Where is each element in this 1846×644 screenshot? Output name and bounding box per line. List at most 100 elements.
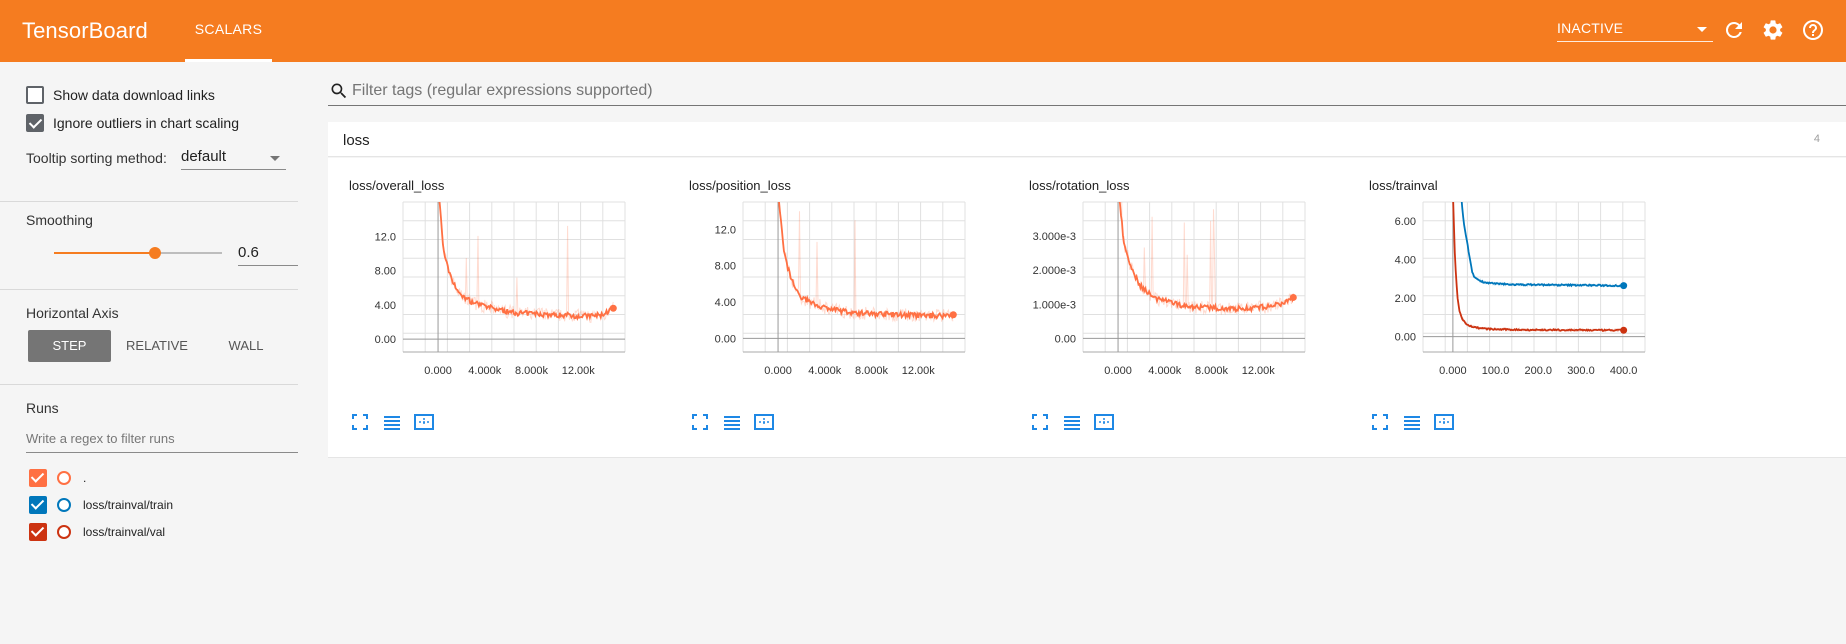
x-tick-label: 0.000 <box>424 365 452 377</box>
x-tick-label: 4.000k <box>468 365 502 377</box>
app-title: TensorBoard <box>22 18 148 43</box>
tag-filter-placeholder: Filter tags (regular expressions support… <box>352 82 653 99</box>
tab-scalars[interactable]: SCALARS <box>185 0 272 62</box>
chart-card: loss/trainval 0.00 2.00 4.00 6.00 0.000 100.0… <box>1348 158 1678 458</box>
chart-actions <box>1370 412 1466 432</box>
run-name: loss/trainval/val <box>83 525 166 539</box>
series-raw-line <box>778 202 954 323</box>
series-raw-line <box>438 202 614 323</box>
expand-icon[interactable] <box>1030 412 1062 432</box>
runs-label: Runs <box>26 400 59 416</box>
run-color-circle[interactable] <box>57 525 71 539</box>
ignore-outliers-checkbox[interactable] <box>26 114 44 132</box>
chart-title: loss/trainval <box>1369 178 1438 193</box>
tooltip-sorting-dropdown[interactable]: default <box>181 146 286 170</box>
run-checkbox[interactable] <box>29 469 47 487</box>
expand-icon[interactable] <box>350 412 382 432</box>
run-checkbox[interactable] <box>29 523 47 541</box>
top-bar: TensorBoard SCALARS INACTIVE <box>0 0 1846 62</box>
x-tick-label: 200.0 <box>1525 365 1553 377</box>
help-icon[interactable] <box>1801 18 1825 42</box>
smoothing-slider-fill <box>54 252 155 254</box>
series-line <box>438 202 615 321</box>
series-end-point <box>949 311 957 319</box>
chart-plot[interactable]: 0.00 1.000e-3 2.000e-3 3.000e-3 0.000 4.000k 8… <box>1008 200 1338 410</box>
chart-card: loss/position_loss 0.00 4.00 8.00 12.0 0.000… <box>668 158 998 458</box>
section-divider <box>0 384 298 385</box>
list-icon[interactable] <box>382 412 414 432</box>
x-tick-label: 4.000k <box>808 365 842 377</box>
series-line <box>1452 202 1624 332</box>
gear-icon[interactable] <box>1761 18 1785 42</box>
y-tick-label: 0.00 <box>1395 332 1416 344</box>
chart-cards-panel: loss/overall_loss 0.00 4.00 8.00 12.0 0.000 4… <box>328 158 1846 458</box>
y-tick-label: 12.0 <box>715 224 736 236</box>
horizontal-axis-label: Horizontal Axis <box>26 305 119 321</box>
x-tick-label: 8.000k <box>1195 365 1229 377</box>
x-tick-label: 8.000k <box>515 365 549 377</box>
show-download-links-option[interactable]: Show data download links <box>26 86 215 104</box>
run-item[interactable]: loss/trainval/train <box>29 496 173 514</box>
x-tick-label: 300.0 <box>1567 365 1595 377</box>
series-raw-line <box>1118 202 1294 316</box>
run-item[interactable]: loss/trainval/val <box>29 523 165 541</box>
y-tick-label: 0.00 <box>375 334 396 346</box>
fit-domain-icon[interactable] <box>1434 412 1466 432</box>
runs-filter-input[interactable]: Write a regex to filter runs <box>26 427 298 453</box>
y-tick-label: 2.000e-3 <box>1033 265 1076 277</box>
fit-domain-icon[interactable] <box>414 412 446 432</box>
y-tick-label: 12.0 <box>375 231 396 243</box>
fit-domain-icon[interactable] <box>1094 412 1126 432</box>
list-icon[interactable] <box>1062 412 1094 432</box>
y-tick-label: 0.00 <box>715 333 736 345</box>
sidebar: Show data download links Ignore outliers… <box>0 62 316 644</box>
expand-icon[interactable] <box>690 412 722 432</box>
list-icon[interactable] <box>722 412 754 432</box>
run-item[interactable]: . <box>29 469 86 487</box>
chart-plot[interactable]: 0.00 4.00 8.00 12.0 0.000 4.000k 8.000k 12.00k <box>668 200 998 410</box>
x-tick-label: 12.00k <box>902 365 936 377</box>
tag-filter-input[interactable]: Filter tags (regular expressions support… <box>328 78 1846 106</box>
chart-grid <box>402 201 626 353</box>
chart-title: loss/position_loss <box>689 178 791 193</box>
y-tick-label: 4.00 <box>375 300 396 312</box>
category-header-loss[interactable]: loss 4 <box>328 122 1846 157</box>
horizontal-axis-selector: STEP RELATIVE WALL <box>28 330 291 362</box>
x-tick-label: 100.0 <box>1482 365 1510 377</box>
smoothing-slider[interactable] <box>54 247 222 259</box>
category-count: 4 <box>1813 133 1820 145</box>
tooltip-sorting-value: default <box>181 148 227 165</box>
ignore-outliers-option[interactable]: Ignore outliers in chart scaling <box>26 114 239 132</box>
axis-step-button[interactable]: STEP <box>28 330 111 362</box>
axis-wall-button[interactable]: WALL <box>203 330 289 362</box>
section-divider <box>0 289 298 290</box>
chart-title: loss/overall_loss <box>349 178 445 193</box>
show-download-links-label: Show data download links <box>53 87 215 103</box>
x-tick-label: 0.000 <box>1439 365 1467 377</box>
expand-icon[interactable] <box>1370 412 1402 432</box>
reload-status-dropdown[interactable]: INACTIVE <box>1557 18 1713 42</box>
smoothing-slider-handle[interactable] <box>148 247 161 259</box>
x-tick-label: 12.00k <box>1242 365 1276 377</box>
x-tick-label: 0.000 <box>1104 365 1132 377</box>
x-tick-label: 4.000k <box>1148 365 1182 377</box>
chart-grid <box>1082 201 1306 353</box>
chart-plot[interactable]: 0.00 4.00 8.00 12.0 0.000 4.000k 8.000k 12.00k <box>328 200 658 410</box>
ignore-outliers-label: Ignore outliers in chart scaling <box>53 115 239 131</box>
list-icon[interactable] <box>1402 412 1434 432</box>
y-tick-label: 8.00 <box>715 261 736 273</box>
chevron-down-icon <box>270 156 280 161</box>
refresh-icon[interactable] <box>1722 18 1746 42</box>
smoothing-input[interactable]: 0.6 <box>238 240 298 266</box>
run-color-circle[interactable] <box>57 471 71 485</box>
chart-plot[interactable]: 0.00 2.00 4.00 6.00 0.000 100.0 200.0 300.0 400.… <box>1348 200 1678 410</box>
category-name: loss <box>343 132 370 149</box>
fit-domain-icon[interactable] <box>754 412 786 432</box>
chart-actions <box>1030 412 1126 432</box>
series-raw-line <box>1452 202 1624 333</box>
run-color-circle[interactable] <box>57 498 71 512</box>
y-tick-label: 4.00 <box>715 297 736 309</box>
axis-relative-button[interactable]: RELATIVE <box>113 330 201 362</box>
show-download-links-checkbox[interactable] <box>26 86 44 104</box>
run-checkbox[interactable] <box>29 496 47 514</box>
